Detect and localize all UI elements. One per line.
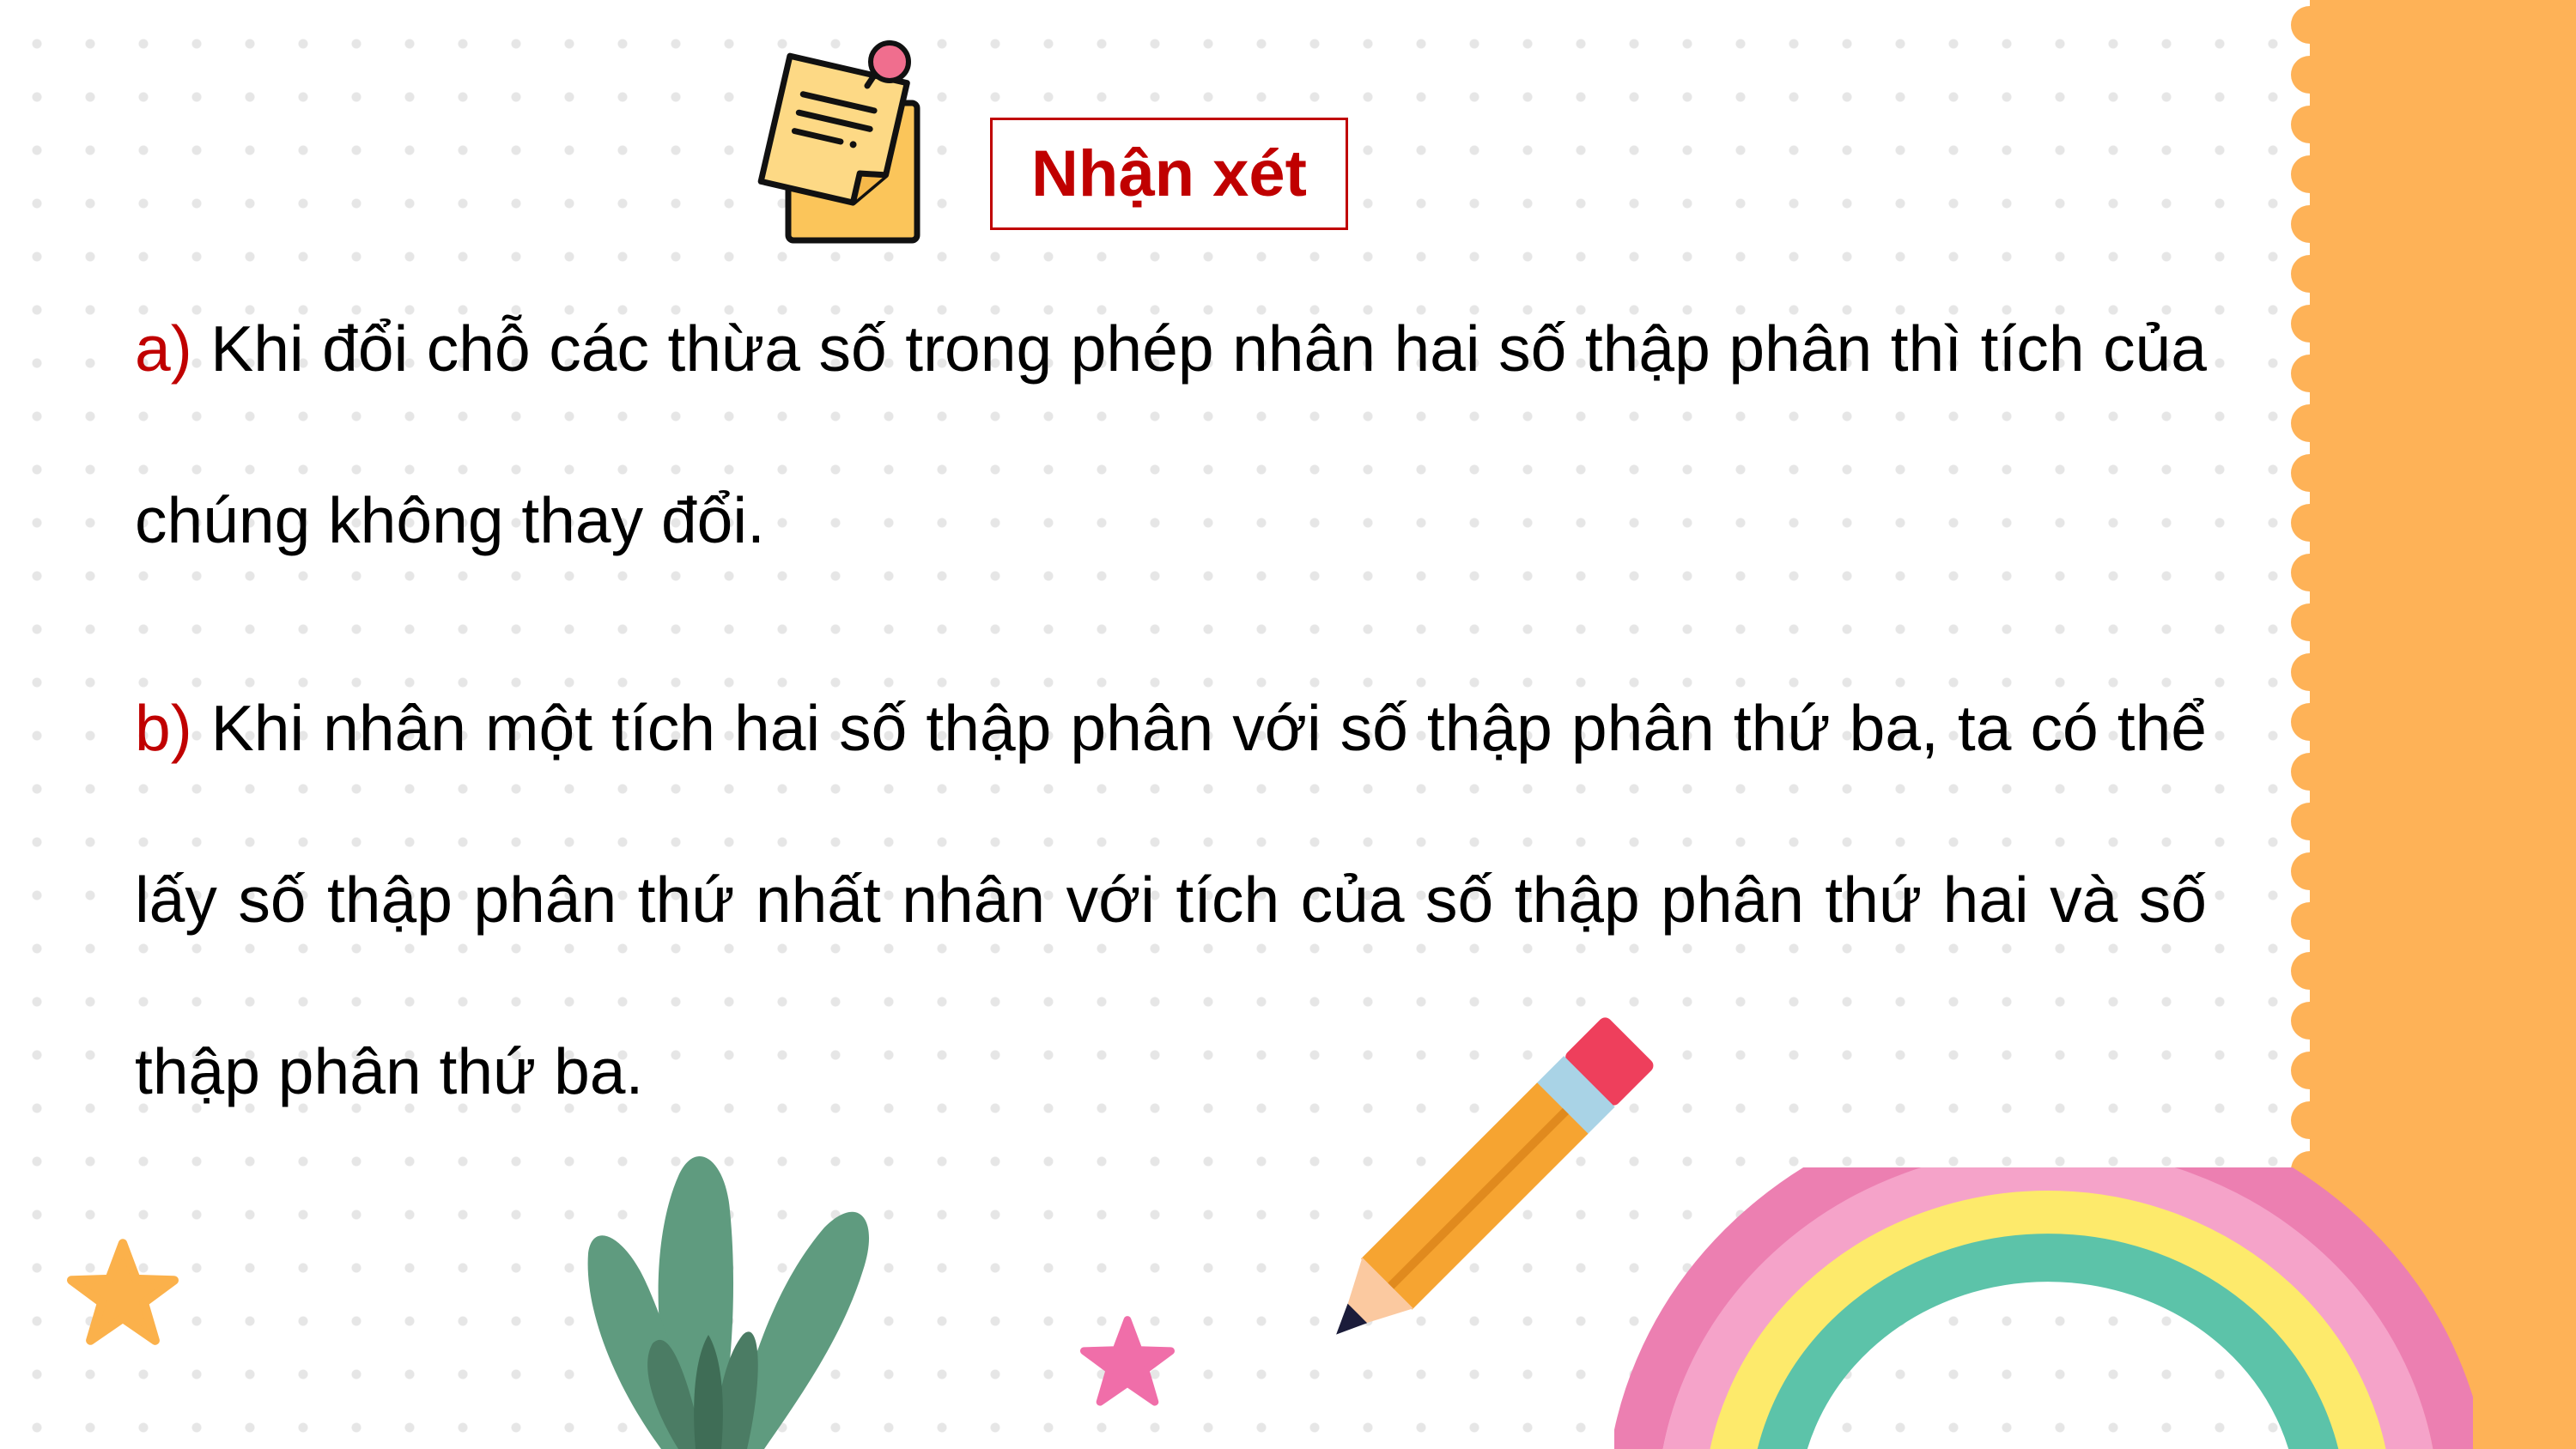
rainbow-icon bbox=[1614, 1167, 2473, 1449]
statement-a-marker: a) bbox=[135, 312, 192, 385]
star-icon bbox=[1080, 1316, 1175, 1406]
pencil-icon bbox=[1336, 1017, 1654, 1335]
plant-icon bbox=[587, 1155, 870, 1449]
statement-b-text: Khi nhân một tích hai số thập phân với s… bbox=[135, 692, 2207, 1107]
sticky-note-icon bbox=[757, 40, 920, 244]
statement-b-marker: b) bbox=[135, 692, 192, 764]
statement-a: a) Khi đổi chỗ các thừa số trong phép nh… bbox=[135, 263, 2207, 606]
statement-a-text: Khi đổi chỗ các thừa số trong phép nhân … bbox=[135, 312, 2207, 556]
title-box: Nhận xét bbox=[990, 118, 1348, 230]
slide-title: Nhận xét bbox=[1031, 136, 1307, 210]
slide-canvas: Nhận xét a) Khi đổi chỗ các thừa số tron… bbox=[0, 0, 2576, 1449]
statement-b: b) Khi nhân một tích hai số thập phân vớ… bbox=[135, 642, 2207, 1157]
star-icon bbox=[67, 1239, 179, 1345]
